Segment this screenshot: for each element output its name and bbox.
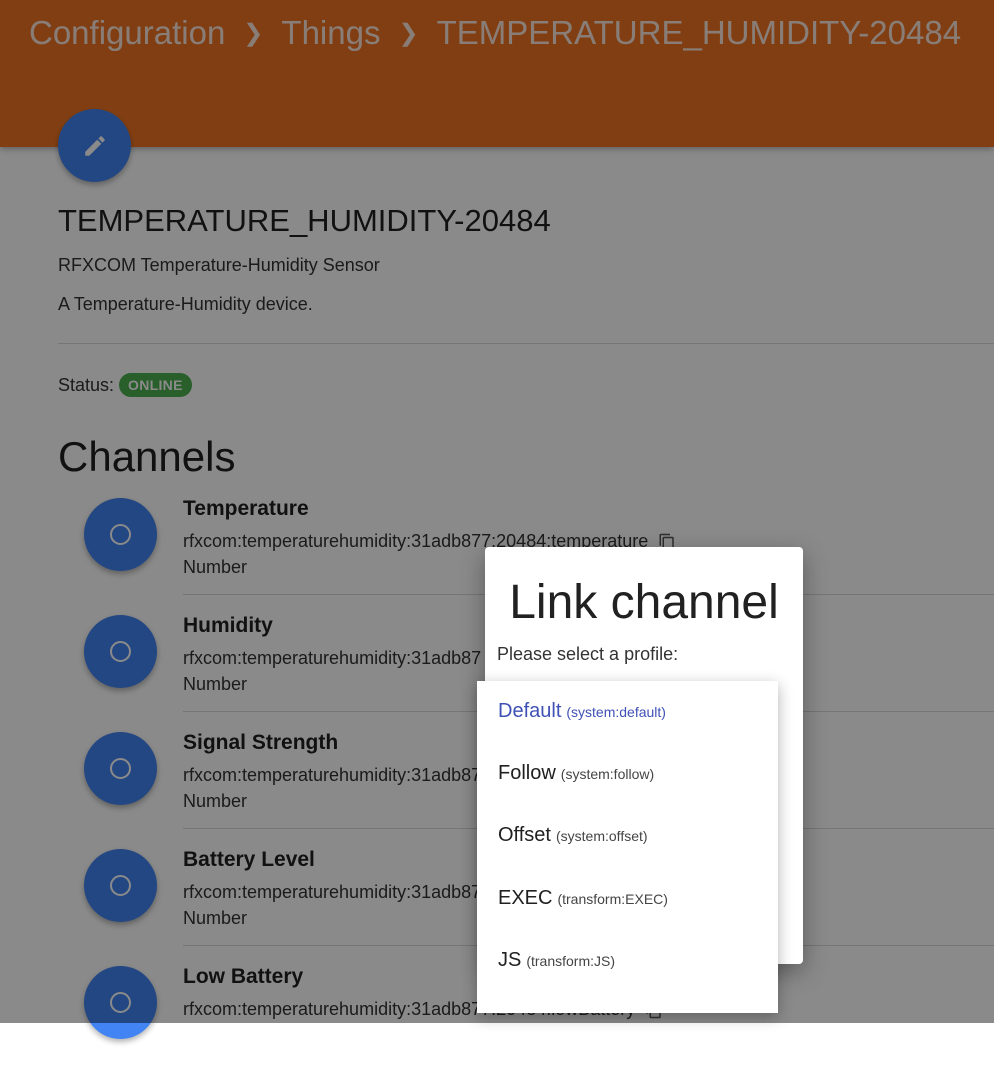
option-id: (system:offset) xyxy=(556,828,648,844)
profile-option-exec[interactable]: EXEC (transform:EXEC) xyxy=(498,887,668,910)
option-name: Follow xyxy=(498,762,556,784)
option-id: (system:default) xyxy=(566,704,666,720)
profile-option-default[interactable]: Default (system:default) xyxy=(498,700,666,723)
option-name: Default xyxy=(498,700,562,722)
option-id: (system:follow) xyxy=(560,766,655,782)
profile-option-js[interactable]: JS (transform:JS) xyxy=(498,949,615,972)
option-name: JS xyxy=(498,949,522,971)
dialog-title: Link channel xyxy=(509,576,779,629)
profile-option-offset[interactable]: Offset (system:offset) xyxy=(498,824,648,847)
dialog-prompt: Please select a profile: xyxy=(497,644,679,664)
option-id: (transform:EXEC) xyxy=(557,891,668,907)
option-id: (transform:JS) xyxy=(526,953,616,969)
option-name: Offset xyxy=(498,824,551,846)
profile-dropdown: Default (system:default) Follow (system:… xyxy=(477,681,778,1013)
profile-option-follow[interactable]: Follow (system:follow) xyxy=(498,762,654,785)
option-name: EXEC xyxy=(498,887,553,909)
